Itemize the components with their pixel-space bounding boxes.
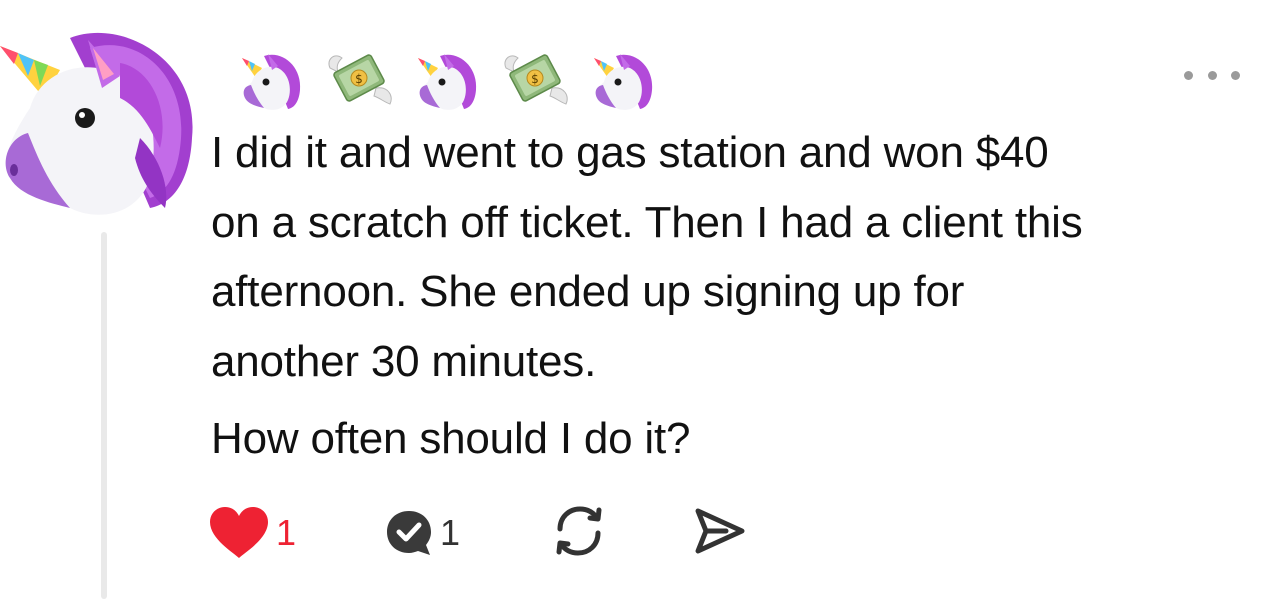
unicorn-avatar-icon: [0, 32, 193, 215]
svg-text:$: $: [531, 72, 539, 86]
post-body: I did it and went to gas station and won…: [211, 118, 1251, 474]
post-text-line: on a scratch off ticket. Then I had a cl…: [211, 197, 1083, 247]
repost-button[interactable]: [550, 503, 608, 559]
unicorn-icon: [594, 54, 653, 110]
dot-icon: [1207, 70, 1217, 80]
like-button[interactable]: 1: [208, 503, 296, 563]
svg-text:$: $: [355, 72, 363, 86]
dot-icon: [1184, 70, 1193, 80]
avatar[interactable]: [0, 18, 200, 218]
repost-icon: [556, 506, 602, 556]
share-button[interactable]: [692, 503, 748, 559]
post-text-line: afternoon. She ended up signing up for: [211, 267, 965, 316]
thread-line: [101, 232, 107, 599]
reply-button[interactable]: 1: [384, 503, 460, 563]
heart-icon: [210, 507, 268, 558]
reply-count: 1: [440, 512, 461, 553]
dot-icon: [1231, 70, 1240, 80]
comment-card: $ $ I did it and went to gas station and…: [0, 0, 1263, 599]
more-options-button[interactable]: [1184, 68, 1240, 82]
unicorn-icon: [418, 54, 477, 110]
money-with-wings-icon: $: [504, 54, 568, 105]
send-icon: [695, 508, 745, 554]
post-text-line: another 30 minutes.: [211, 336, 597, 386]
post-text-line: I did it and went to gas station and won…: [211, 128, 1049, 177]
reply-bubble-icon: [387, 511, 431, 555]
post-question: How often should I do it?: [211, 414, 691, 463]
unicorn-icon: [242, 54, 301, 110]
money-with-wings-icon: $: [328, 54, 392, 105]
emoji-row: $ $: [240, 48, 676, 110]
like-count: 1: [276, 512, 297, 553]
